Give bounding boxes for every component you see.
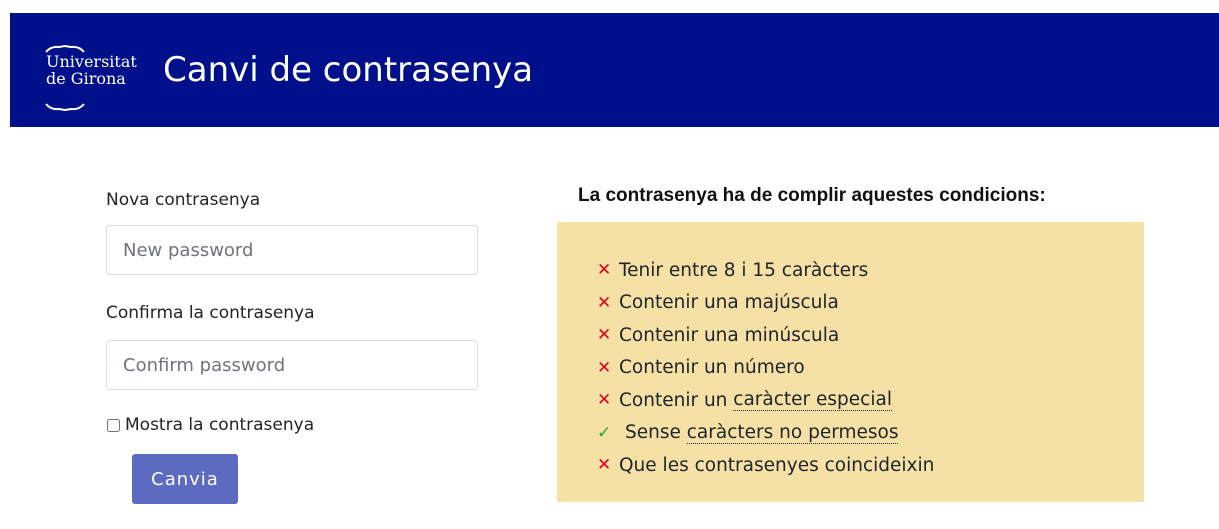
condition-length: ✕ Tenir entre 8 i 15 caràcters (597, 254, 934, 287)
show-password-label: Mostra la contrasenya (125, 415, 315, 435)
condition-special-char: ✕ Contenir un caràcter especial (597, 384, 934, 417)
page-title: Canvi de contrasenya (163, 50, 534, 90)
forbidden-chars-help-term[interactable]: caràcters no permesos (686, 422, 899, 444)
conditions-heading: La contrasenya ha de complir aquestes co… (578, 185, 1046, 206)
cross-icon: ✕ (597, 357, 612, 378)
check-icon: ✓ (597, 422, 612, 443)
condition-text: Que les contrasenyes coincideixin (619, 454, 935, 476)
show-password-option[interactable]: Mostra la contrasenya (106, 413, 314, 437)
confirm-password-label: Confirma la contrasenya (106, 303, 315, 323)
cross-icon: ✕ (597, 455, 612, 476)
cross-icon: ✕ (597, 260, 612, 281)
condition-text-prefix: Contenir un (619, 389, 734, 411)
confirm-password-input[interactable] (106, 340, 478, 390)
condition-lowercase: ✕ Contenir una minúscula (597, 319, 934, 352)
condition-text: Contenir una minúscula (619, 324, 840, 346)
condition-text: Contenir un número (619, 357, 805, 379)
cross-icon: ✕ (597, 292, 612, 313)
new-password-label: Nova contrasenya (106, 190, 261, 210)
conditions-box: ✕ Tenir entre 8 i 15 caràcters ✕ Conteni… (557, 222, 1144, 502)
condition-forbidden-chars: ✓ Sense caràcters no permesos (597, 417, 934, 450)
university-logo[interactable]: Universitat de Girona (43, 43, 163, 113)
cross-icon: ✕ (597, 390, 612, 411)
condition-text: Contenir una majúscula (619, 292, 839, 314)
logo-line-2: de Girona (46, 69, 126, 88)
condition-text: Tenir entre 8 i 15 caràcters (619, 259, 869, 281)
special-char-help-term[interactable]: caràcter especial (733, 389, 892, 412)
condition-text-prefix: Sense (625, 422, 687, 444)
show-password-checkbox[interactable] (107, 418, 120, 432)
condition-match: ✕ Que les contrasenyes coincideixin (597, 449, 934, 482)
new-password-input[interactable] (106, 225, 478, 275)
page-header: Universitat de Girona Canvi de contrasen… (10, 13, 1219, 127)
change-password-button[interactable]: Canvia (132, 454, 238, 504)
cross-icon: ✕ (597, 325, 612, 346)
conditions-list: ✕ Tenir entre 8 i 15 caràcters ✕ Conteni… (597, 254, 934, 482)
condition-number: ✕ Contenir un número (597, 352, 934, 385)
condition-uppercase: ✕ Contenir una majúscula (597, 287, 934, 320)
